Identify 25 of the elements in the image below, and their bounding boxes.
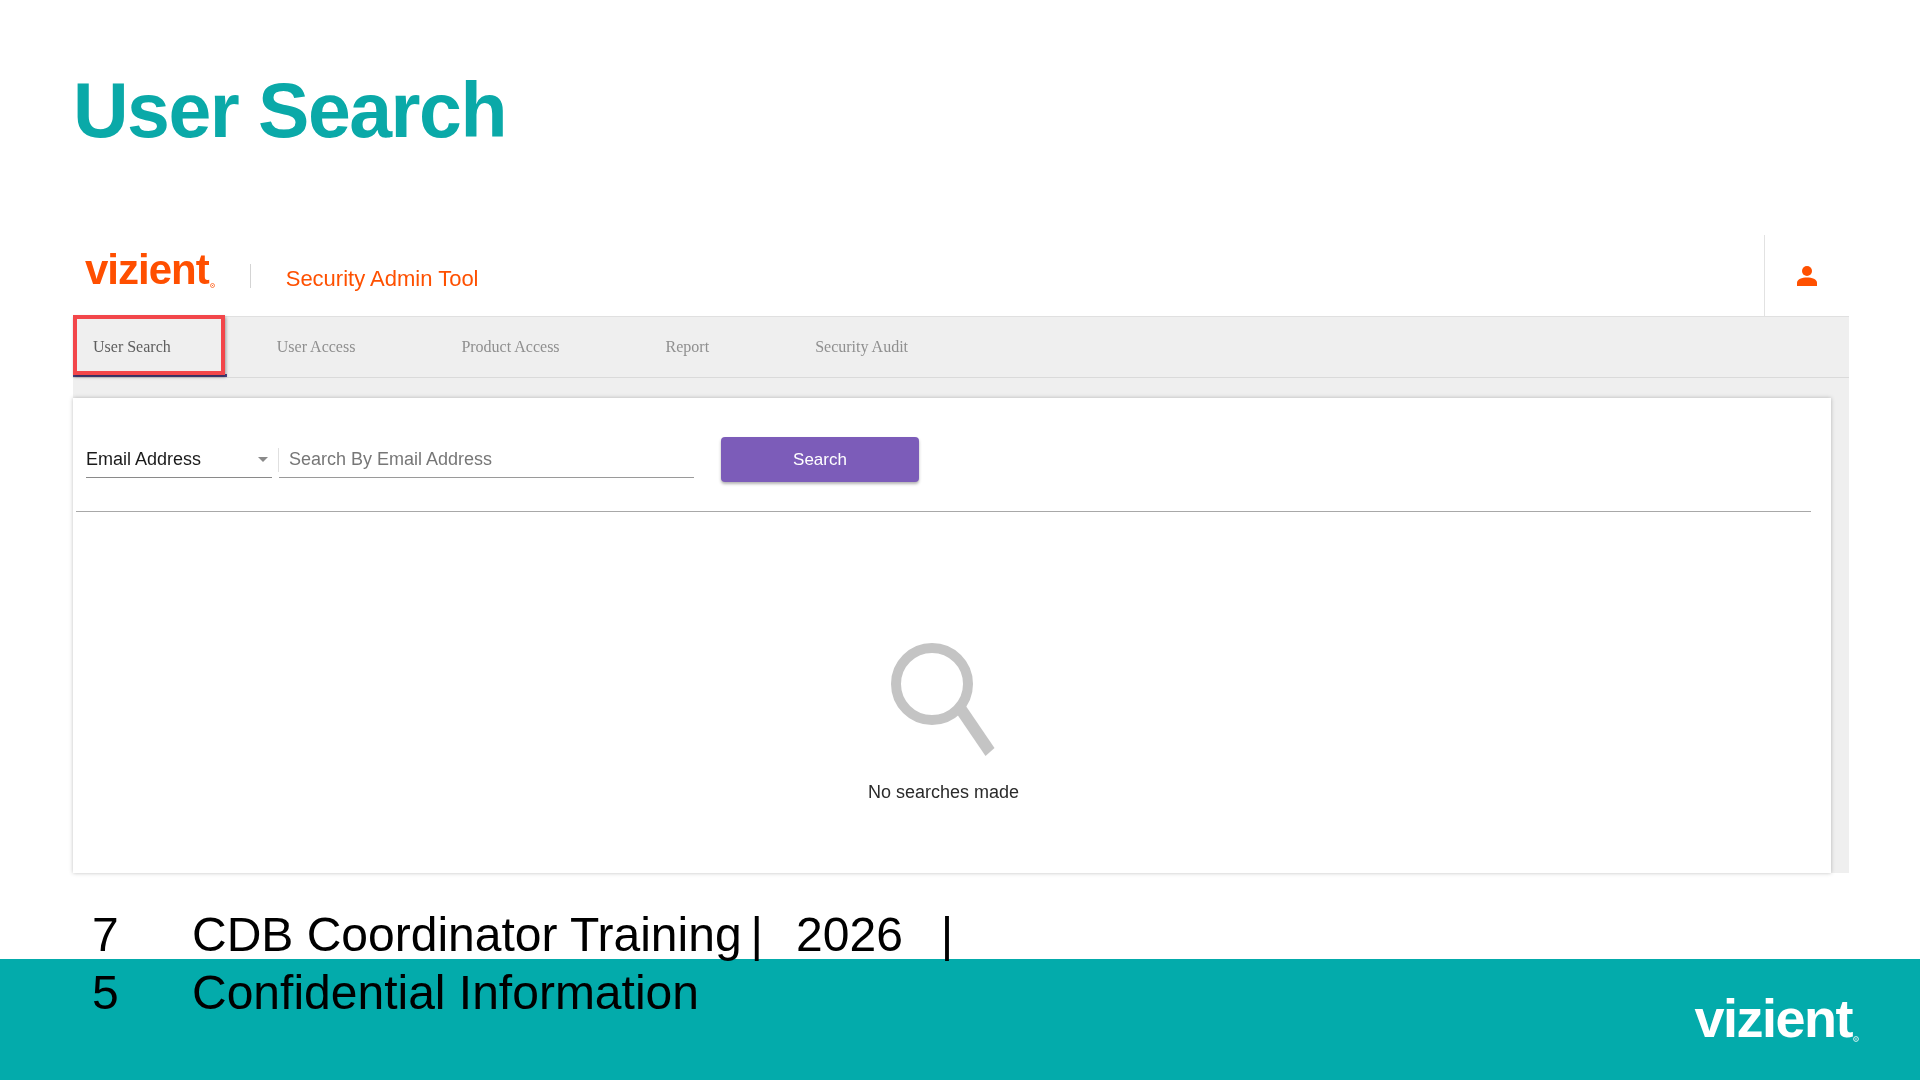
empty-state-message: No searches made <box>867 781 1020 804</box>
nav-tab[interactable]: Product Access <box>441 317 616 377</box>
registered-mark-icon <box>209 282 215 288</box>
registered-mark-icon <box>1853 1036 1859 1042</box>
app-title: Security Admin Tool <box>285 266 479 293</box>
nav-tab[interactable]: User Search <box>73 317 227 377</box>
confidentiality-notice: Confidential Information <box>192 965 700 1021</box>
footer-logo: vizient <box>1694 991 1852 1045</box>
search-icon <box>890 643 997 757</box>
email-search-field[interactable]: Search By Email Address <box>279 441 694 478</box>
nav-tab[interactable]: Report <box>645 317 766 377</box>
brand-logo: vizient <box>85 248 209 291</box>
caret-icon <box>258 456 268 462</box>
page-number: 5 <box>92 965 120 1021</box>
text-separator: | <box>940 907 954 963</box>
page-number: 7 <box>92 907 120 963</box>
search-type-dropdown[interactable]: Email Address <box>86 441 272 478</box>
slide-title: User Search <box>73 72 506 149</box>
nav-tab[interactable]: Security Audit <box>795 317 965 377</box>
nav-tab[interactable]: User Access <box>256 317 412 377</box>
text-separator: | <box>750 907 764 963</box>
year-label: 2026 <box>796 907 903 963</box>
course-title: CDB Coordinator Training <box>192 907 742 963</box>
user-icon[interactable] <box>1797 265 1817 286</box>
search-button[interactable]: Search <box>721 437 919 482</box>
